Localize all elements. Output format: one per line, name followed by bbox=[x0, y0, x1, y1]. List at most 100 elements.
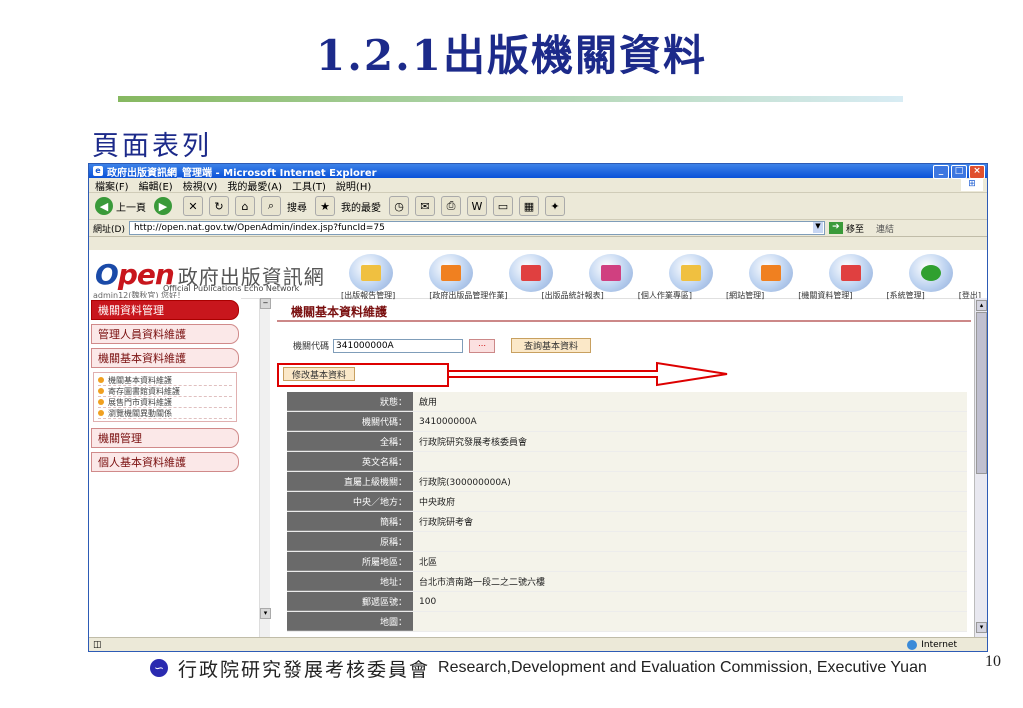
nav-link-publications[interactable]: [政府出版品管理作業] bbox=[429, 290, 507, 301]
sidebar-collapse-strip: − ▾ bbox=[259, 298, 271, 637]
minimize-button[interactable]: _ bbox=[933, 165, 949, 179]
callout-arrow bbox=[447, 361, 728, 387]
search-label: 搜尋 bbox=[287, 202, 307, 214]
footer-org-en: Research,Development and Evaluation Comm… bbox=[438, 659, 927, 676]
table-row: 所屬地區： 北區 bbox=[287, 552, 967, 572]
menu-tools[interactable]: 工具(T) bbox=[292, 178, 326, 193]
home-icon[interactable]: ⌂ bbox=[235, 196, 255, 216]
rdec-logo-icon: ∽ bbox=[150, 659, 168, 677]
nav-book-icon[interactable] bbox=[429, 254, 473, 292]
logout-arrow-icon[interactable] bbox=[909, 254, 953, 292]
favorites-button[interactable]: ★ 我的最愛 bbox=[315, 196, 381, 216]
edit-button[interactable]: 修改基本資料 bbox=[283, 367, 356, 381]
table-row: 簡稱： 行政院研考會 bbox=[287, 512, 967, 532]
sidebar-sub-relations[interactable]: 瀏覽機關異動關係 bbox=[98, 408, 232, 419]
page-content: Open 政府出版資訊網 Official Publications Echo … bbox=[89, 250, 987, 637]
edit-icon[interactable]: W bbox=[467, 196, 487, 216]
window-controls: _ □ × bbox=[931, 165, 985, 179]
menu-help[interactable]: 說明(H) bbox=[336, 178, 371, 193]
nav-book-icon[interactable] bbox=[349, 254, 393, 292]
history-icon[interactable]: ◷ bbox=[389, 196, 409, 216]
nav-person-icon[interactable] bbox=[589, 254, 633, 292]
main-panel: 機關基本資料維護 機關代碼 341000000A ⋯ 查詢基本資料 修改基本資料… bbox=[277, 302, 971, 637]
nav-link-personal[interactable]: [個人作業專區] bbox=[638, 290, 692, 301]
sidebar-item-agency-basic[interactable]: 機關基本資料維護 bbox=[91, 348, 239, 368]
status-bar: ◫ Internet bbox=[89, 637, 987, 651]
nav-book-icon[interactable] bbox=[749, 254, 793, 292]
menu-view[interactable]: 檢視(V) bbox=[183, 178, 218, 193]
nav-link-site[interactable]: [網站管理] bbox=[726, 290, 764, 301]
table-row: 中央／地方： 中央政府 bbox=[287, 492, 967, 512]
collapse-icon[interactable]: − bbox=[260, 298, 271, 309]
back-button[interactable]: ◀ 上一頁 bbox=[95, 197, 146, 215]
page-title: 機關基本資料維護 bbox=[277, 302, 971, 322]
nav-link-statistics[interactable]: [出版品統計報表] bbox=[542, 290, 604, 301]
sidebar-item-admin-users[interactable]: 管理人員資料維護 bbox=[91, 324, 239, 344]
ie-icon: e bbox=[93, 166, 103, 176]
edit-row: 修改基本資料 bbox=[277, 361, 969, 387]
window-title: 政府出版資訊網_管理端 - Microsoft Internet Explore… bbox=[107, 167, 377, 179]
back-arrow-icon: ◀ bbox=[95, 197, 113, 215]
nav-link-report[interactable]: [出版報告管理] bbox=[341, 290, 395, 301]
table-row: 直屬上級機關： 行政院(300000000A) bbox=[287, 472, 967, 492]
mail-icon[interactable]: ✉ bbox=[415, 196, 435, 216]
back-label: 上一頁 bbox=[116, 202, 146, 214]
collapse-bottom-icon[interactable]: ▾ bbox=[260, 608, 271, 619]
links-label[interactable]: 連結 bbox=[876, 222, 894, 235]
nav-link-system[interactable]: [系統管理] bbox=[887, 290, 925, 301]
detail-table: 狀態： 啟用 機關代碼： 341000000A 全稱： 行政院研究發展考核委員會 英文… bbox=[287, 392, 967, 632]
windows-logo-icon: ⊞ bbox=[961, 179, 983, 191]
url-dropdown-icon[interactable]: ▼ bbox=[812, 222, 823, 233]
nav-link-agency[interactable]: [機關資料管理] bbox=[798, 290, 852, 301]
scroll-thumb[interactable] bbox=[976, 312, 987, 474]
forward-button[interactable]: ▶ bbox=[154, 197, 175, 215]
query-button[interactable]: 查詢基本資料 bbox=[511, 338, 592, 353]
table-row: 狀態： 啟用 bbox=[287, 392, 967, 412]
menubar: 檔案(F) 編輯(E) 檢視(V) 我的最愛(A) 工具(T) 說明(H) ⊞ bbox=[89, 178, 987, 193]
scroll-down-icon[interactable]: ▾ bbox=[976, 622, 987, 633]
favorites-label: 我的最愛 bbox=[341, 202, 381, 214]
sidebar-sub-store[interactable]: 展售門市資料維護 bbox=[98, 397, 232, 408]
close-button[interactable]: × bbox=[969, 165, 985, 179]
folder-icon[interactable]: ▭ bbox=[493, 196, 513, 216]
security-zone: Internet bbox=[907, 640, 957, 650]
page-done-icon: ◫ bbox=[93, 640, 102, 650]
agency-code-input[interactable]: 341000000A bbox=[333, 338, 464, 353]
go-button[interactable]: ➔ 移至 bbox=[828, 222, 864, 235]
slide-title: 1.2.1出版機關資料 bbox=[316, 31, 707, 80]
sidebar-submenu: 機關基本資料維護 寄存圖書館資料維護 展售門市資料維護 瀏覽機關異動關係 bbox=[93, 372, 237, 422]
nav-chart-icon[interactable] bbox=[509, 254, 553, 292]
refresh-icon[interactable]: ↻ bbox=[209, 196, 229, 216]
scroll-up-icon[interactable]: ▴ bbox=[976, 300, 987, 311]
vertical-scrollbar[interactable]: ▴ ▾ bbox=[974, 298, 987, 637]
research-icon[interactable]: ▦ bbox=[519, 196, 539, 216]
forward-arrow-icon: ▶ bbox=[154, 197, 172, 215]
table-row: 英文名稱： bbox=[287, 452, 967, 472]
sidebar-item-personal[interactable]: 個人基本資料維護 bbox=[91, 452, 239, 472]
search-button[interactable]: ⌕ 搜尋 bbox=[261, 196, 307, 216]
nav-book-icon[interactable] bbox=[669, 254, 713, 292]
lookup-icon[interactable]: ⋯ bbox=[469, 338, 496, 353]
menu-favorites[interactable]: 我的最愛(A) bbox=[227, 178, 282, 193]
stop-icon[interactable]: ✕ bbox=[183, 196, 203, 216]
sidebar-item-agency-mgmt[interactable]: 機關管理 bbox=[91, 428, 239, 448]
address-label: 網址(D) bbox=[93, 224, 125, 235]
go-arrow-icon: ➔ bbox=[828, 222, 843, 234]
messenger-icon[interactable]: ✦ bbox=[545, 196, 565, 216]
menu-edit[interactable]: 編輯(E) bbox=[139, 178, 173, 193]
nav-chart-icon[interactable] bbox=[829, 254, 873, 292]
toolbar: ◀ 上一頁 ▶ ✕ ↻ ⌂ ⌕ 搜尋 ★ 我的最愛 ◷ ✉ ⎙ W ▭ ▦ ✦ bbox=[89, 193, 987, 220]
query-row: 機關代碼 341000000A ⋯ 查詢基本資料 bbox=[277, 338, 969, 353]
slide-footer: ∽ 行政院研究發展考核委員會 Research,Development and … bbox=[150, 653, 927, 683]
sidebar-section-agency[interactable]: 機關資料管理 bbox=[91, 300, 239, 320]
sidebar-sub-basic[interactable]: 機關基本資料維護 bbox=[98, 375, 232, 386]
maximize-button[interactable]: □ bbox=[951, 165, 967, 179]
url-field[interactable]: http://open.nat.gov.tw/OpenAdmin/index.j… bbox=[128, 221, 825, 235]
sidebar-sub-library[interactable]: 寄存圖書館資料維護 bbox=[98, 386, 232, 397]
query-label: 機關代碼 bbox=[293, 342, 330, 352]
print-icon[interactable]: ⎙ bbox=[441, 196, 461, 216]
zone-label: Internet bbox=[921, 640, 957, 650]
menu-file[interactable]: 檔案(F) bbox=[95, 178, 129, 193]
title-underline bbox=[118, 96, 903, 102]
table-row: 原稱： bbox=[287, 532, 967, 552]
